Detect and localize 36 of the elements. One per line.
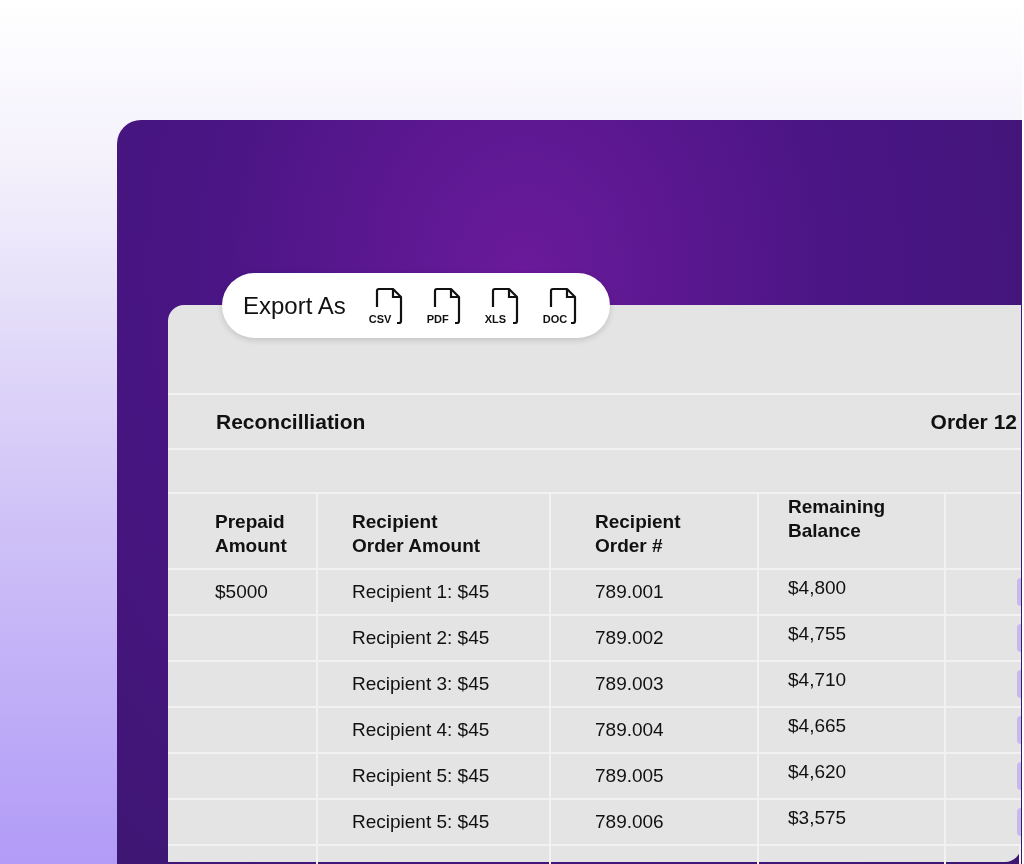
export-format-button[interactable]: CSV — [369, 285, 406, 326]
export-format-button[interactable]: XLS — [485, 285, 522, 326]
status-chip — [1017, 762, 1021, 790]
table-cell: 789.005 — [551, 754, 759, 800]
table-cell: $5000 — [168, 570, 318, 616]
export-label: Export As — [243, 291, 346, 320]
table-cell: 789.001 — [551, 570, 759, 616]
table-cell: Recipient 2: $45 — [318, 616, 551, 662]
table-cell: $4,800 — [759, 570, 946, 616]
export-format-button[interactable]: DOC — [543, 285, 580, 326]
column-header: Prepaid Amount — [168, 494, 318, 570]
table-cell: 789.003 — [551, 662, 759, 708]
table-cell: $4,665 — [759, 708, 946, 754]
table-cell: Recipient 4: $45 — [318, 708, 551, 754]
column-header: Recipient Order Amount — [318, 494, 551, 570]
status-chip — [1017, 578, 1021, 606]
column-header: Recipient Order # — [551, 494, 759, 570]
report-title: Reconcilliation — [216, 409, 366, 434]
table-cell: $4,710 — [759, 662, 946, 708]
table-cell: 789.004 — [551, 708, 759, 754]
table-cell: Recipient 1: $45 — [318, 570, 551, 616]
table-cell: 789.006 — [551, 800, 759, 846]
table-cell: $4,755 — [759, 616, 946, 662]
table-cell: Recipient 3: $45 — [318, 662, 551, 708]
status-chip — [1017, 624, 1021, 652]
order-number: Order 12 — [930, 409, 1017, 434]
status-chip — [1017, 716, 1021, 744]
table-cell: $4,620 — [759, 754, 946, 800]
column-header: Remaining Balance — [759, 494, 946, 570]
export-format-button[interactable]: PDF — [427, 285, 464, 326]
table-cell: $3,575 — [759, 800, 946, 846]
table-cell: 789.002 — [551, 616, 759, 662]
status-chip — [1017, 670, 1021, 698]
table-cell: Recipient 5: $45 — [318, 754, 551, 800]
status-chip — [1017, 808, 1021, 836]
table-cell: Recipient 5: $45 — [318, 800, 551, 846]
